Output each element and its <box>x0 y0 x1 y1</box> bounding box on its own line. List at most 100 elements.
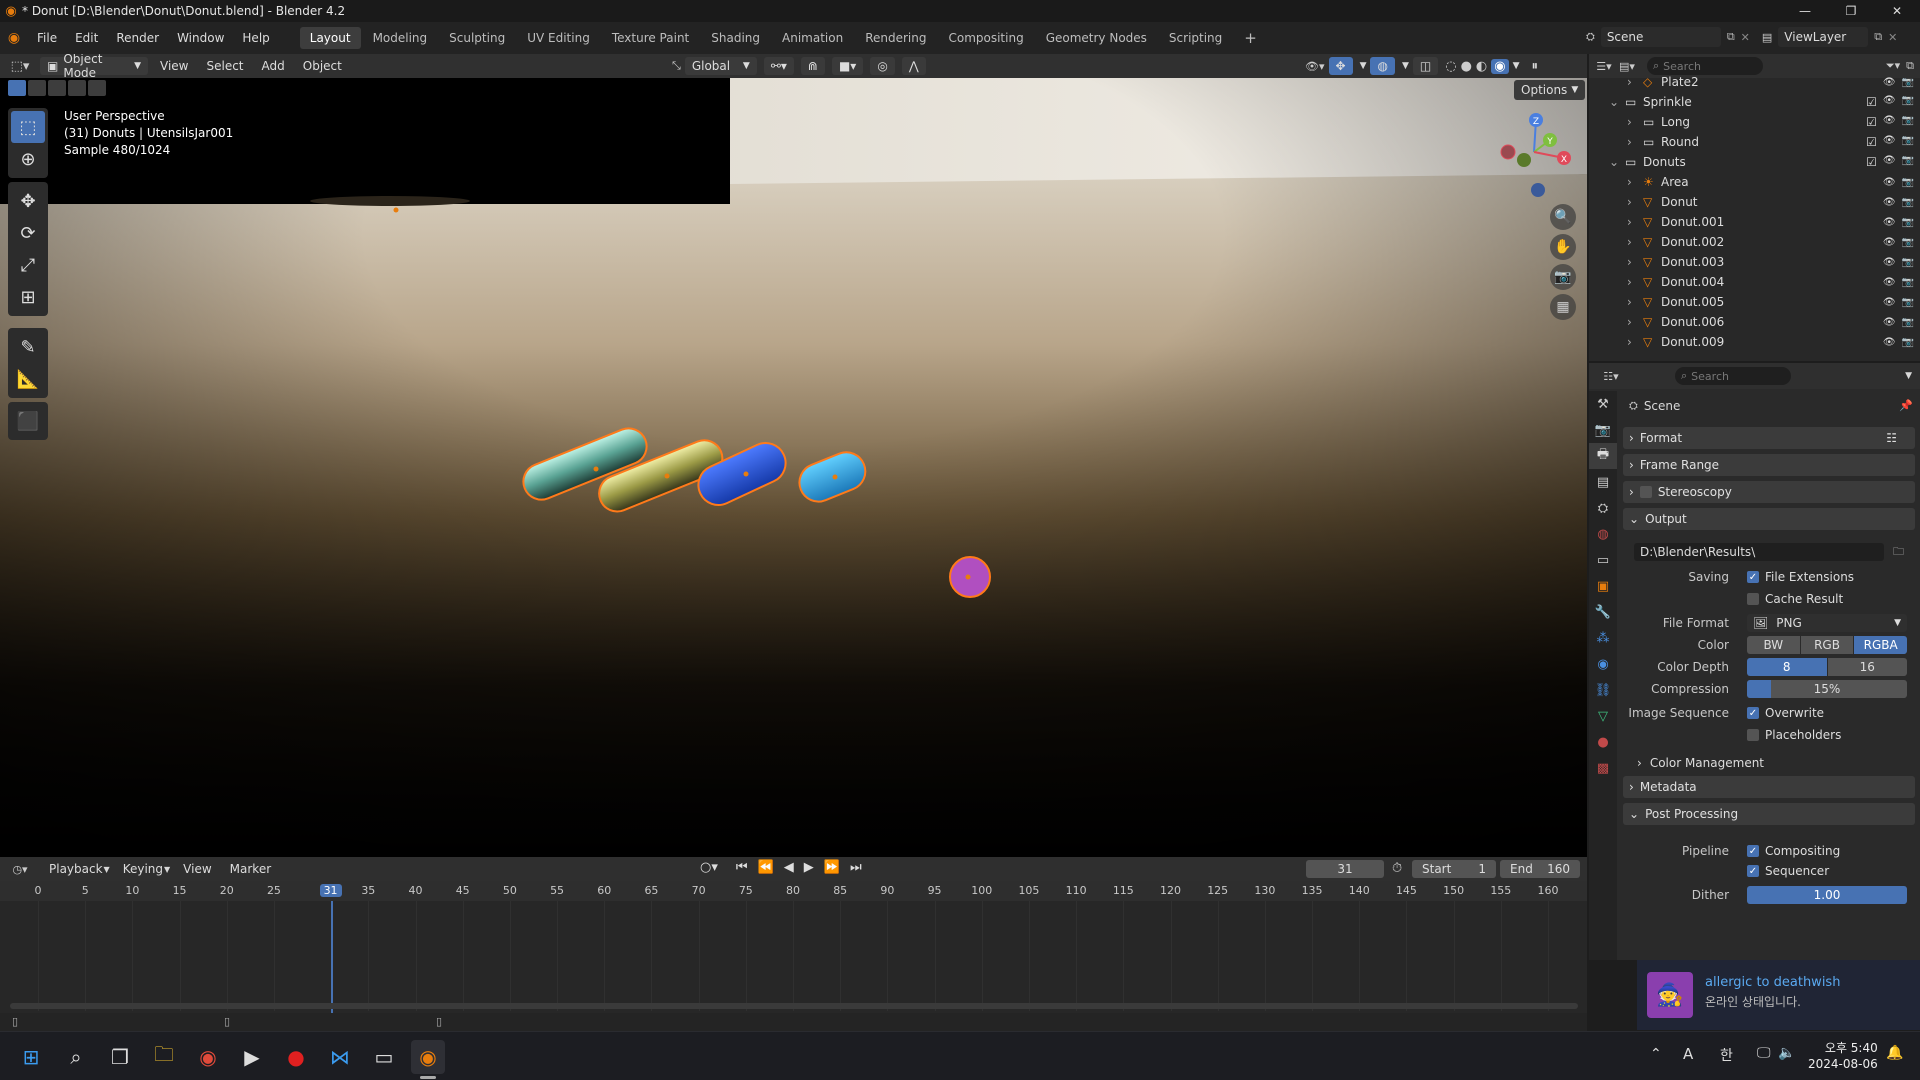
snap-target-dropdown[interactable]: ■▾ <box>831 57 864 75</box>
select-box-tool[interactable]: ⬚ <box>11 111 45 143</box>
discord-notification[interactable]: 🧙 allergic to deathwish 온라인 상태입니다. <box>1637 960 1920 1030</box>
eye-icon[interactable]: 👁 <box>1883 217 1896 228</box>
tab-object[interactable]: ▣ <box>1589 573 1617 599</box>
eye-icon[interactable]: 👁 <box>1883 135 1896 149</box>
subpanel-color-management[interactable]: › Color Management <box>1637 756 1764 770</box>
camera-icon[interactable]: 📷 <box>1902 317 1914 328</box>
chevron-right-icon[interactable]: › <box>1627 115 1632 129</box>
editor-type-icon[interactable]: ⬚▾ <box>0 59 40 74</box>
tab-modeling[interactable]: Modeling <box>363 27 438 49</box>
tab-particles[interactable]: ⁂ <box>1589 625 1617 651</box>
xray-toggle[interactable]: ◫ <box>1412 57 1439 75</box>
exclude-checkbox-icon[interactable]: ☑ <box>1866 95 1877 109</box>
volume-icon[interactable]: 🔈 <box>1778 1045 1795 1061</box>
eye-icon[interactable]: 👁 <box>1883 277 1896 288</box>
menu-help[interactable]: Help <box>233 27 278 49</box>
file-format-dropdown[interactable]: 🖼 PNG ▼ <box>1747 614 1907 632</box>
delete-view-layer-icon[interactable]: ✕ <box>1888 31 1897 44</box>
add-cube-tool[interactable]: ⬛ <box>11 405 45 437</box>
tab-scripting[interactable]: Scripting <box>1159 27 1232 49</box>
app-button[interactable]: ⋈ <box>323 1040 357 1074</box>
outliner-row[interactable]: › ☀ Area 👁 📷 <box>1589 172 1920 192</box>
annotate-tool[interactable]: ✎ <box>11 331 45 363</box>
cache-result-checkbox[interactable]: Cache Result <box>1747 592 1843 606</box>
exclude-checkbox-icon[interactable]: ☑ <box>1866 135 1877 149</box>
pin-icon[interactable]: 📌 <box>1899 399 1913 412</box>
chevron-right-icon[interactable]: › <box>1627 195 1632 209</box>
eye-icon[interactable]: 👁 <box>1883 155 1896 169</box>
add-workspace-icon[interactable]: + <box>1234 27 1267 49</box>
select-invert-icon[interactable] <box>68 80 86 96</box>
eye-icon[interactable]: 👁 <box>1883 77 1896 88</box>
orientation-dropdown[interactable]: Global ▼ <box>684 57 757 75</box>
tab-uv-editing[interactable]: UV Editing <box>517 27 600 49</box>
display-mode-icon[interactable]: ▤▾ <box>1619 60 1647 73</box>
tab-animation[interactable]: Animation <box>772 27 853 49</box>
search-button[interactable]: ⌕ <box>59 1040 93 1074</box>
start-button[interactable]: ⊞ <box>14 1040 48 1074</box>
close-button[interactable]: ✕ <box>1874 0 1920 22</box>
viewport-menu-object[interactable]: Object <box>294 59 351 73</box>
outliner-row[interactable]: › ▽ Donut.003 👁 📷 <box>1589 252 1920 272</box>
tab-constraints[interactable]: ⛓ <box>1589 677 1617 703</box>
new-scene-icon[interactable]: ⧉ <box>1727 30 1735 44</box>
move-tool[interactable]: ✥ <box>11 185 45 217</box>
camera-icon[interactable]: 📷 <box>1902 177 1914 188</box>
menu-render[interactable]: Render <box>107 27 168 49</box>
chevron-right-icon[interactable]: › <box>1627 75 1632 89</box>
properties-editor-type-icon[interactable]: ☷▾ <box>1589 370 1633 383</box>
output-path-input[interactable]: D:\Blender\Results\ <box>1634 543 1884 561</box>
eye-icon[interactable]: 👁 <box>1883 337 1896 348</box>
tab-collection[interactable]: ▭ <box>1589 547 1617 573</box>
outliner-editor-type-icon[interactable]: ☰▾ <box>1589 60 1619 73</box>
outliner-row[interactable]: › ▽ Donut.001 👁 📷 <box>1589 212 1920 232</box>
viewport-render[interactable] <box>0 54 1587 857</box>
compositing-checkbox[interactable]: ✓ Compositing <box>1747 844 1840 858</box>
camera-icon[interactable]: 📷 <box>1902 155 1914 169</box>
chevron-right-icon[interactable]: › <box>1627 175 1632 189</box>
color-option-rgba[interactable]: RGBA <box>1854 636 1908 654</box>
gizmo-toggle[interactable]: ✥ <box>1328 57 1353 75</box>
youtube-music-button[interactable]: ● <box>279 1040 313 1074</box>
outliner-row[interactable]: › ▽ Donut.005 👁 📷 <box>1589 292 1920 312</box>
pan-button[interactable]: ✋ <box>1550 234 1576 260</box>
pause-render-icon[interactable]: ⏸ <box>1532 59 1539 74</box>
exclude-checkbox-icon[interactable]: ☑ <box>1866 115 1877 129</box>
chrome-button[interactable]: ◉ <box>191 1040 225 1074</box>
panel-post-processing[interactable]: ⌄ Post Processing <box>1623 803 1915 825</box>
panel-frame-range[interactable]: › Frame Range <box>1623 454 1915 476</box>
navigation-gizmo[interactable]: Z Y X <box>1494 108 1574 198</box>
outliner-row[interactable]: › ▽ Donut.006 👁 📷 <box>1589 312 1920 332</box>
eye-icon[interactable]: 👁 <box>1883 257 1896 268</box>
task-view-button[interactable]: ❐ <box>103 1040 137 1074</box>
tab-material[interactable]: ● <box>1589 729 1617 755</box>
maximize-button[interactable]: ❐ <box>1828 0 1874 22</box>
chevron-right-icon[interactable]: › <box>1627 135 1632 149</box>
eye-icon[interactable]: 👁 <box>1883 317 1896 328</box>
chevron-right-icon[interactable]: › <box>1627 335 1632 349</box>
outliner-row[interactable]: › ▭ Round ☑ 👁 📷 <box>1589 132 1920 152</box>
blender-menu-icon[interactable]: ◉ <box>0 30 28 46</box>
outliner-row[interactable]: ⌄ ▭ Sprinkle ☑ 👁 📷 <box>1589 92 1920 112</box>
tab-modifiers[interactable]: 🔧 <box>1589 599 1617 625</box>
outliner-row[interactable]: › ▽ Donut 👁 📷 <box>1589 192 1920 212</box>
menu-file[interactable]: File <box>28 27 66 49</box>
measure-tool[interactable]: 📐 <box>11 363 45 395</box>
notification-bell-icon[interactable]: 🔔 <box>1886 1045 1903 1061</box>
color-option-rgb[interactable]: RGB <box>1800 636 1854 654</box>
camera-icon[interactable]: 📷 <box>1902 237 1914 248</box>
chevron-right-icon[interactable]: › <box>1627 235 1632 249</box>
select-subtract-icon[interactable] <box>48 80 66 96</box>
outliner-row[interactable]: ⌄ ▭ Donuts ☑ 👁 📷 <box>1589 152 1920 172</box>
tab-geometry-nodes[interactable]: Geometry Nodes <box>1036 27 1157 49</box>
view-layer-selector[interactable]: ViewLayer <box>1778 27 1869 47</box>
timeline-scrollbar[interactable] <box>10 1003 1578 1009</box>
proportional-edit-toggle[interactable]: ◎ <box>870 57 895 75</box>
outliner-row[interactable]: › ▽ Donut.009 👁 📷 <box>1589 332 1920 352</box>
chevron-right-icon[interactable]: › <box>1627 215 1632 229</box>
chevron-right-icon[interactable]: › <box>1627 315 1632 329</box>
tab-compositing[interactable]: Compositing <box>938 27 1033 49</box>
select-new-icon[interactable] <box>8 80 26 96</box>
chevron-right-icon[interactable]: › <box>1627 275 1632 289</box>
tab-render[interactable]: 📷 <box>1589 417 1617 443</box>
